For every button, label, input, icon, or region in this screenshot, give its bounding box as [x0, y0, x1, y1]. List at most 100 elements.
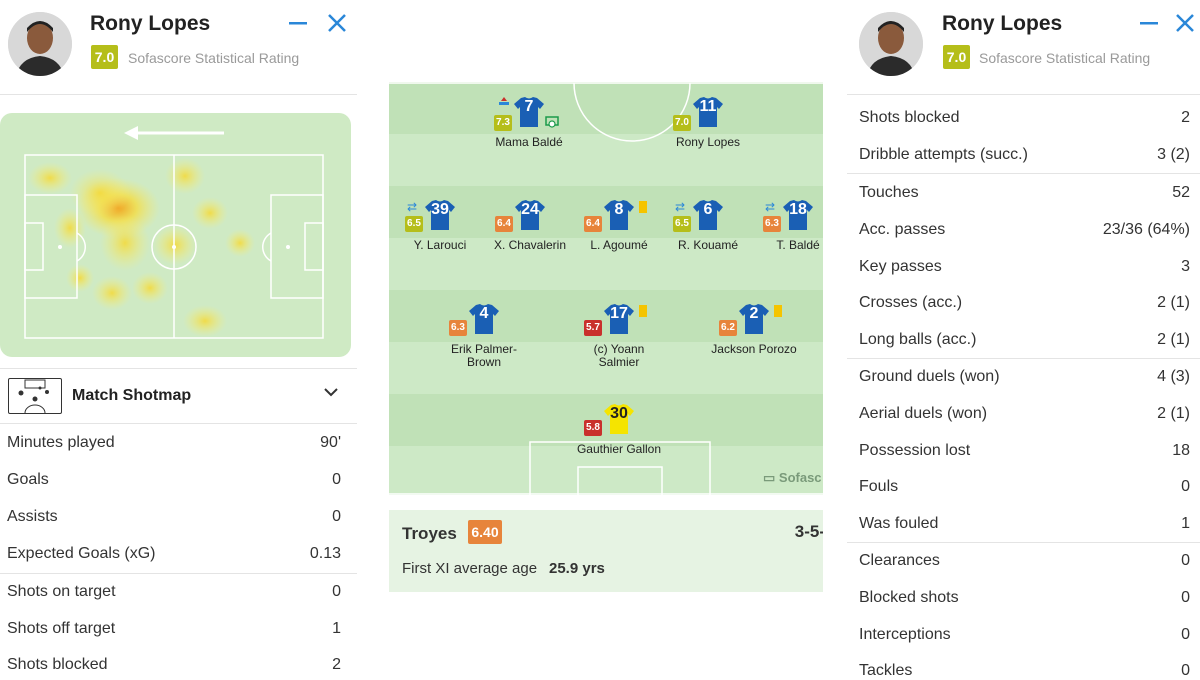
lineup-player[interactable]: 17 5.7 (c) Yoann Salmier — [564, 303, 674, 369]
jersey-number: 6 — [703, 201, 713, 218]
stat-value: 0 — [1181, 589, 1190, 606]
rating-label: Sofascore Statistical Rating — [979, 50, 1151, 66]
stat-value: 0 — [1181, 478, 1190, 495]
lineup-player[interactable]: 11 7.0 Rony Lopes — [653, 96, 763, 149]
player-name: Rony Lopes — [675, 135, 741, 149]
stat-label: Ground duels (won) — [859, 368, 1000, 385]
yellow-card-icon — [774, 305, 782, 317]
stat-value: 3 — [1181, 258, 1190, 275]
lineup-player[interactable]: 18 6.3 ⇄ T. Baldé — [743, 199, 823, 252]
close-icon — [1176, 14, 1194, 32]
stat-value: 0 — [332, 508, 341, 525]
stat-value: 4 (3) — [1157, 368, 1190, 385]
jersey-number: 17 — [610, 305, 628, 322]
jersey-number: 39 — [431, 201, 449, 218]
divider — [847, 173, 1200, 174]
stat-label: Shots blocked — [859, 109, 960, 126]
yellow-card-icon — [639, 305, 647, 317]
player-rating: 5.8 — [584, 420, 602, 436]
stat-value: 23/36 (64%) — [1102, 221, 1190, 238]
stat-row: Shots off target 1 — [0, 611, 357, 648]
assist-icon — [545, 116, 559, 130]
team-summary: Troyes 6.40 3-5- First XI average age 25… — [389, 510, 823, 592]
stat-label: Crosses (acc.) — [859, 294, 963, 311]
rating-badge: 7.0 — [91, 45, 118, 69]
stat-row: Shots blocked 2 — [847, 100, 1200, 137]
stat-row: Blocked shots 0 — [847, 580, 1200, 617]
stat-row: Possession lost 18 — [847, 433, 1200, 470]
player-name: Rony Lopes — [90, 12, 211, 35]
lineup-player[interactable]: 2 6.2 Jackson Porozo — [699, 303, 809, 356]
heatmap — [0, 113, 351, 357]
stat-row: Long balls (acc.) 2 (1) — [847, 322, 1200, 359]
stat-row: Minutes played 90' — [0, 425, 357, 462]
stat-value: 1 — [332, 620, 341, 637]
minimize-button[interactable] — [286, 12, 310, 36]
stat-row: Shots blocked 2 — [0, 647, 357, 680]
pitch: ▭ Sofasc 7 7.3 Mama Baldé 11 7.0 Rony Lo… — [389, 82, 823, 495]
stat-value: 0 — [1181, 662, 1190, 679]
stat-row: Ground duels (won) 4 (3) — [847, 359, 1200, 396]
stat-label: Clearances — [859, 552, 940, 569]
stat-label: Assists — [7, 508, 58, 525]
stat-row: Crosses (acc.) 2 (1) — [847, 285, 1200, 322]
stat-label: Tackles — [859, 662, 913, 679]
jersey-number: 2 — [749, 305, 759, 322]
stat-label: Expected Goals (xG) — [7, 545, 156, 562]
stat-value: 18 — [1172, 442, 1190, 459]
stat-row: Clearances 0 — [847, 543, 1200, 580]
player-name: Erik Palmer-Brown — [450, 342, 517, 369]
player-rating: 5.7 — [584, 320, 602, 336]
stat-label: Possession lost — [859, 442, 971, 459]
player-header: Rony Lopes 7.0 Sofascore Statistical Rat… — [847, 0, 1200, 95]
avatar — [8, 12, 72, 76]
rating-badge: 7.0 — [943, 45, 970, 69]
jersey-icon: 2 — [738, 303, 770, 335]
player-name: Jackson Porozo — [711, 342, 797, 356]
player-rating: 6.4 — [495, 216, 513, 232]
stat-label: Interceptions — [859, 626, 951, 643]
stat-value: 0 — [332, 583, 341, 600]
stat-row: Dribble attempts (succ.) 3 (2) — [847, 137, 1200, 174]
close-button[interactable] — [325, 12, 349, 36]
stat-label: Goals — [7, 471, 49, 488]
match-shotmap-toggle[interactable]: Match Shotmap — [0, 368, 357, 424]
watermark-icon: ▭ — [763, 470, 779, 485]
stat-row: Key passes 3 — [847, 249, 1200, 286]
stat-value: 2 (1) — [1157, 405, 1190, 422]
player-name: Mama Baldé — [495, 135, 563, 149]
player-rating: 6.2 — [719, 320, 737, 336]
stat-value: 90' — [320, 434, 341, 451]
stat-value: 52 — [1172, 184, 1190, 201]
stat-label: Fouls — [859, 478, 899, 495]
lineup-player[interactable]: 4 6.3 Erik Palmer-Brown — [429, 303, 539, 369]
stat-value: 0 — [1181, 552, 1190, 569]
minimize-button[interactable] — [1137, 12, 1161, 36]
player-rating: 6.5 — [673, 216, 691, 232]
stat-value: 3 (2) — [1157, 146, 1190, 163]
stat-label: Touches — [859, 184, 919, 201]
stat-row: Assists 0 — [0, 499, 357, 536]
lineup-player[interactable]: 7 7.3 Mama Baldé — [474, 96, 584, 149]
player-name: Rony Lopes — [942, 12, 1063, 35]
stat-value: 0 — [332, 471, 341, 488]
avatar — [859, 12, 923, 76]
formation: 3-5- — [794, 522, 823, 541]
stat-label: Long balls (acc.) — [859, 331, 977, 348]
jersey-icon: 4 — [468, 303, 500, 335]
jersey-number: 8 — [614, 201, 624, 218]
player-panel-right: Rony Lopes 7.0 Sofascore Statistical Rat… — [847, 0, 1200, 680]
stat-row: Acc. passes 23/36 (64%) — [847, 212, 1200, 249]
stat-value: 0 — [1181, 626, 1190, 643]
jersey-icon: 6 — [692, 199, 724, 231]
sofascore-watermark: ▭ Sofasc — [763, 470, 822, 486]
close-button[interactable] — [1173, 12, 1197, 36]
stat-value: 2 (1) — [1157, 331, 1190, 348]
minimize-icon — [289, 22, 307, 25]
player-rating: 6.3 — [763, 216, 781, 232]
stat-row: Fouls 0 — [847, 469, 1200, 506]
ball-icon — [498, 96, 510, 110]
stat-label: Blocked shots — [859, 589, 959, 606]
player-rating: 6.5 — [405, 216, 423, 232]
lineup-player[interactable]: 30 5.8 Gauthier Gallon — [564, 403, 674, 456]
